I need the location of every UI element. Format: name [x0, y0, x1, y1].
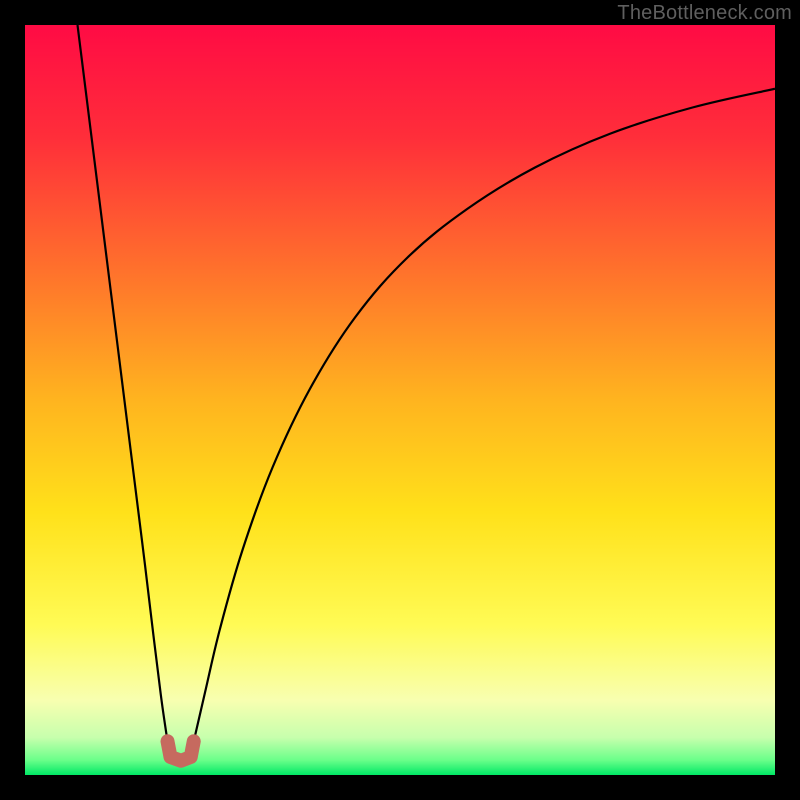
watermark-text: TheBottleneck.com	[617, 2, 792, 25]
bottleneck-chart	[25, 25, 775, 775]
chart-frame: TheBottleneck.com	[0, 0, 800, 800]
chart-background	[25, 25, 775, 775]
